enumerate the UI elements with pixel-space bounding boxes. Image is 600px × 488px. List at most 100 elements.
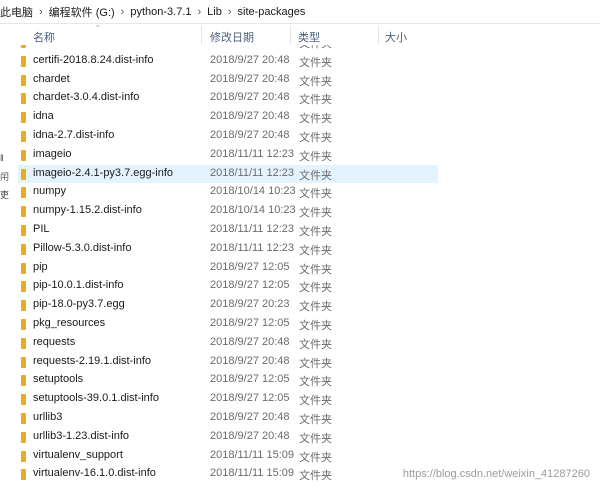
folder-icon <box>21 93 26 105</box>
file-row[interactable]: urllib3-1.23.dist-info 2018/9/27 20:48 文件夹 <box>18 428 438 446</box>
file-row[interactable]: PIL 2018/11/11 12:23 文件夹 <box>18 221 438 239</box>
file-date: 2018/11/11 15:09 <box>210 448 295 461</box>
file-row[interactable]: chardet-3.0.4.dist-info 2018/9/27 20:48 文件… <box>18 89 438 107</box>
breadcrumb-separator-icon: › <box>39 5 43 18</box>
breadcrumb-item-python[interactable]: python-3.7.1 <box>127 6 194 18</box>
breadcrumb-item-lib[interactable]: Lib <box>204 6 225 18</box>
file-name: imageio <box>33 147 72 160</box>
file-date: 2018/10/14 10:23 <box>210 185 296 198</box>
file-date: 2018/11/11 15:09 <box>210 467 295 480</box>
file-row[interactable]: virtualenv-16.1.0.dist-info 2018/11/11 15… <box>18 465 438 483</box>
file-type: 文件夹 <box>299 376 332 389</box>
folder-icon <box>21 225 26 236</box>
file-row[interactable]: idna 2018/9/27 20:48 文件夹 <box>18 108 438 126</box>
file-date: 2018/9/27 20:48 <box>210 129 290 141</box>
file-row[interactable]: imageio 2018/11/11 12:23 文件夹 <box>18 146 438 164</box>
file-row[interactable]: Pillow-5.3.0.dist-info 2018/11/11 12:23 文件… <box>18 240 438 258</box>
file-row[interactable]: certifi-2018.8.24.dist-info 2018/9/27 20:… <box>18 52 438 70</box>
folder-icon <box>21 300 26 312</box>
folder-icon <box>21 375 26 387</box>
file-row[interactable]: pip-18.0-py3.7.egg 2018/9/27 20:23 文件夹 <box>18 296 438 314</box>
file-date: 2018/9/27 20:48 <box>210 429 290 442</box>
file-type: 文件夹 <box>299 470 332 483</box>
file-date: 2018/9/27 12:05 <box>210 279 290 292</box>
file-row[interactable]: pip 2018/9/27 12:05 文件夹 <box>18 259 438 277</box>
file-name: numpy-1.15.2.dist-info <box>33 204 142 217</box>
breadcrumb-separator-icon: › <box>227 5 232 18</box>
file-name: setuptools <box>33 373 84 386</box>
file-date: 2018/9/27 20:48 <box>210 110 290 123</box>
file-list[interactable]: certifi 2018/9/27 20:48 文件夹 certifi-2018.8.… <box>0 45 600 488</box>
file-type: 文件夹 <box>299 451 332 464</box>
folder-icon <box>21 168 26 180</box>
file-row[interactable]: idna-2.7.dist-info 2018/9/27 20:48 文件夹 <box>18 127 438 145</box>
file-date: 2018/9/27 20:48 <box>210 354 290 367</box>
folder-icon <box>21 469 26 481</box>
file-row[interactable]: pkg_resources 2018/9/27 12:05 文件夹 <box>18 315 438 333</box>
file-name: certifi-2018.8.24.dist-info <box>33 53 154 66</box>
file-type: 文件夹 <box>299 113 332 126</box>
column-header-name[interactable]: 名称 <box>33 29 55 45</box>
address-breadcrumb[interactable]: 此电脑 › 编程软件 (G:) › python-3.7.1 › Lib › s… <box>0 0 600 24</box>
breadcrumb-item-site-packages[interactable]: site-packages <box>235 6 309 18</box>
breadcrumb-item-drive[interactable]: 编程软件 (G:) <box>46 4 118 20</box>
file-row[interactable]: urllib3 2018/9/27 20:48 文件夹 <box>18 409 438 427</box>
file-row[interactable]: numpy 2018/10/14 10:23 文件夹 <box>18 183 438 201</box>
breadcrumb-item-this-pc[interactable]: 此电脑 <box>0 4 36 20</box>
file-date: 2018/9/27 20:48 <box>210 45 290 47</box>
watermark-text: https://blog.csdn.net/weixin_41287260 <box>402 468 590 480</box>
file-row[interactable]: numpy-1.15.2.dist-info 2018/10/14 10:23 文件… <box>18 202 438 220</box>
file-name: virtualenv-16.1.0.dist-info <box>33 467 156 480</box>
file-name: pip-18.0-py3.7.egg <box>33 298 125 311</box>
file-name: chardet-3.0.4.dist-info <box>33 91 140 104</box>
file-name: chardet <box>33 72 70 85</box>
breadcrumb-separator-icon: › <box>120 5 125 18</box>
file-type: 文件夹 <box>299 357 332 370</box>
file-name: requests <box>33 335 76 348</box>
file-type: 文件夹 <box>299 432 332 445</box>
folder-icon <box>21 45 26 48</box>
file-type: 文件夹 <box>299 132 332 144</box>
column-header-size[interactable]: 大小 <box>385 29 407 45</box>
file-name: pip-10.0.1.dist-info <box>33 279 124 292</box>
file-row[interactable]: chardet 2018/9/27 20:48 文件夹 <box>18 71 438 89</box>
file-row[interactable]: certifi 2018/9/27 20:48 文件夹 <box>18 45 438 51</box>
file-row[interactable]: pip-10.0.1.dist-info 2018/9/27 12:05 文件夹 <box>18 277 438 295</box>
file-type: 文件夹 <box>299 207 332 220</box>
file-row[interactable]: requests-2.19.1.dist-info 2018/9/27 20:48… <box>18 353 438 371</box>
column-divider[interactable] <box>378 26 379 44</box>
file-date: 2018/9/27 12:05 <box>210 392 290 405</box>
column-header-type[interactable]: 类型 <box>298 29 320 45</box>
file-date: 2018/9/27 20:48 <box>210 411 290 423</box>
folder-icon <box>21 149 26 161</box>
file-date: 2018/9/27 20:48 <box>210 72 290 85</box>
column-divider[interactable] <box>201 26 202 44</box>
file-date: 2018/9/27 20:48 <box>210 335 290 348</box>
file-name: imageio-2.4.1-py3.7.egg-info <box>33 166 174 179</box>
column-header-date[interactable]: 修改日期 <box>210 29 254 45</box>
file-name: pip <box>33 260 48 273</box>
file-type: 文件夹 <box>299 226 332 238</box>
file-row[interactable]: requests 2018/9/27 20:48 文件夹 <box>18 334 438 352</box>
file-row[interactable]: setuptools 2018/9/27 12:05 文件夹 <box>18 371 438 389</box>
file-name: PIL <box>33 223 50 235</box>
file-date: 2018/9/27 20:48 <box>210 91 290 104</box>
file-date: 2018/10/14 10:23 <box>210 204 296 217</box>
file-row[interactable]: setuptools-39.0.1.dist-info 2018/9/27 12:… <box>18 390 438 408</box>
column-divider[interactable] <box>290 26 291 44</box>
folder-icon <box>21 319 26 330</box>
file-row[interactable]: virtualenv_support 2018/11/11 15:09 文件夹 <box>18 447 438 465</box>
sort-chevron-icon: ⌃ <box>95 25 101 32</box>
file-name: Pillow-5.3.0.dist-info <box>33 241 132 254</box>
file-type: 文件夹 <box>299 188 332 201</box>
file-date: 2018/9/27 12:05 <box>210 373 290 386</box>
file-name: urllib3-1.23.dist-info <box>33 429 129 442</box>
folder-icon <box>21 431 26 443</box>
file-row[interactable]: imageio-2.4.1-py3.7.egg-info 2018/11/11 1… <box>18 164 438 183</box>
folder-icon <box>21 337 26 349</box>
file-date: 2018/9/27 12:05 <box>210 260 290 273</box>
file-name: certifi <box>33 45 59 47</box>
file-name: requests-2.19.1.dist-info <box>33 354 152 367</box>
file-type: 文件夹 <box>299 414 332 426</box>
file-name: idna <box>33 110 54 123</box>
